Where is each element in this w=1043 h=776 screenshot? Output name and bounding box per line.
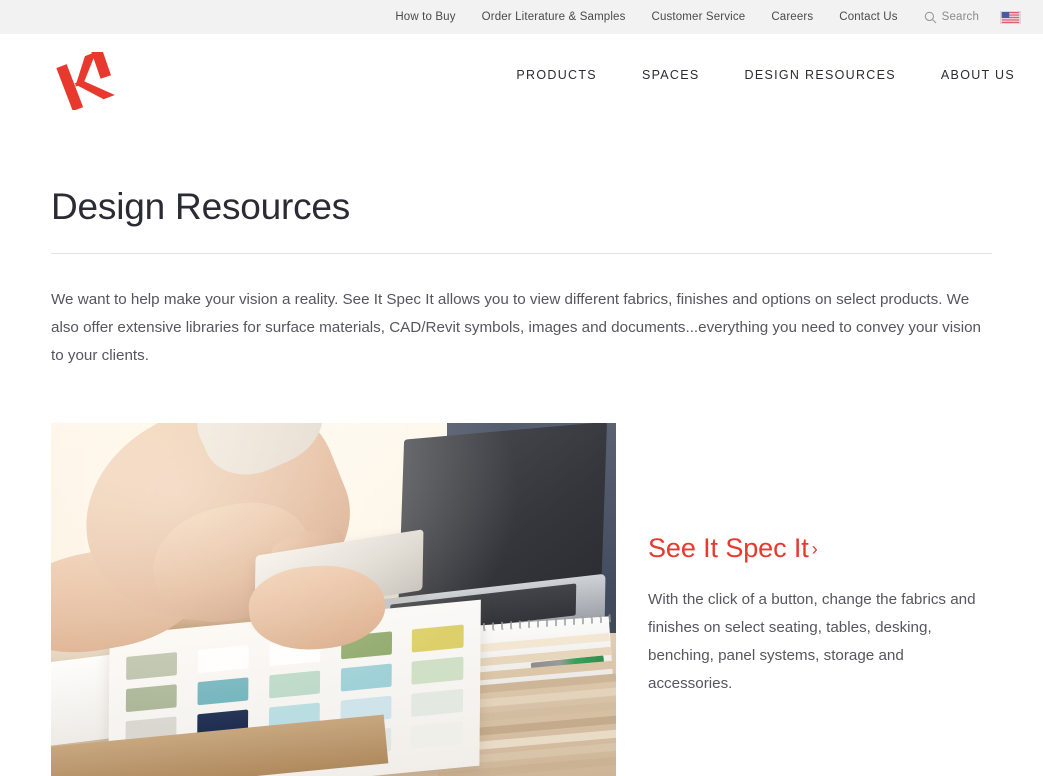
utility-link-contact-us[interactable]: Contact Us [839, 11, 897, 23]
us-flag-icon[interactable] [1000, 10, 1021, 24]
feature-photo [51, 423, 616, 776]
nav-link-about-us[interactable]: ABOUT US [941, 68, 1015, 82]
photo-color-swatch [125, 651, 178, 681]
search-label: Search [941, 11, 979, 23]
photo-color-swatch [125, 683, 177, 713]
title-divider [51, 253, 992, 254]
page-content: Design Resources We want to help make yo… [0, 186, 1043, 776]
see-it-spec-it-label: See It Spec It [648, 533, 809, 563]
utility-link-careers[interactable]: Careers [771, 11, 813, 23]
site-header: PRODUCTS SPACES DESIGN RESOURCES ABOUT U… [0, 34, 1043, 125]
utility-link-customer-service[interactable]: Customer Service [652, 11, 746, 23]
photo-color-swatch [410, 720, 463, 750]
main-nav: PRODUCTS SPACES DESIGN RESOURCES ABOUT U… [516, 68, 1015, 82]
see-it-spec-it-link[interactable]: See It Spec It › [648, 533, 818, 564]
ki-logo-icon [56, 46, 115, 112]
search-icon [924, 11, 937, 23]
feature-text-block: See It Spec It › With the click of a butt… [648, 423, 992, 698]
feature-section: See It Spec It › With the click of a butt… [51, 423, 992, 776]
photo-color-swatch [196, 676, 249, 706]
utility-link-how-to-buy[interactable]: How to Buy [395, 11, 455, 23]
photo-color-swatch [411, 624, 464, 653]
ki-logo[interactable] [51, 46, 123, 112]
photo-color-swatch [268, 670, 320, 699]
nav-link-design-resources[interactable]: DESIGN RESOURCES [745, 68, 896, 82]
search-button[interactable]: Search [924, 11, 979, 24]
utility-link-order-literature[interactable]: Order Literature & Samples [482, 11, 626, 23]
utility-nav: How to Buy Order Literature & Samples Cu… [395, 11, 897, 23]
page-title: Design Resources [51, 186, 351, 227]
page-intro-text: We want to help make your vision a reali… [51, 291, 981, 364]
photo-color-swatch [411, 688, 463, 718]
utility-bar: How to Buy Order Literature & Samples Cu… [0, 0, 1043, 34]
feature-body-text: With the click of a button, change the f… [648, 591, 976, 692]
chevron-right-icon: › [811, 539, 818, 559]
photo-color-swatch [339, 663, 392, 692]
nav-link-spaces[interactable]: SPACES [642, 68, 700, 82]
photo-color-swatch [197, 644, 249, 674]
nav-link-products[interactable]: PRODUCTS [516, 68, 597, 82]
photo-color-swatch [411, 656, 463, 685]
